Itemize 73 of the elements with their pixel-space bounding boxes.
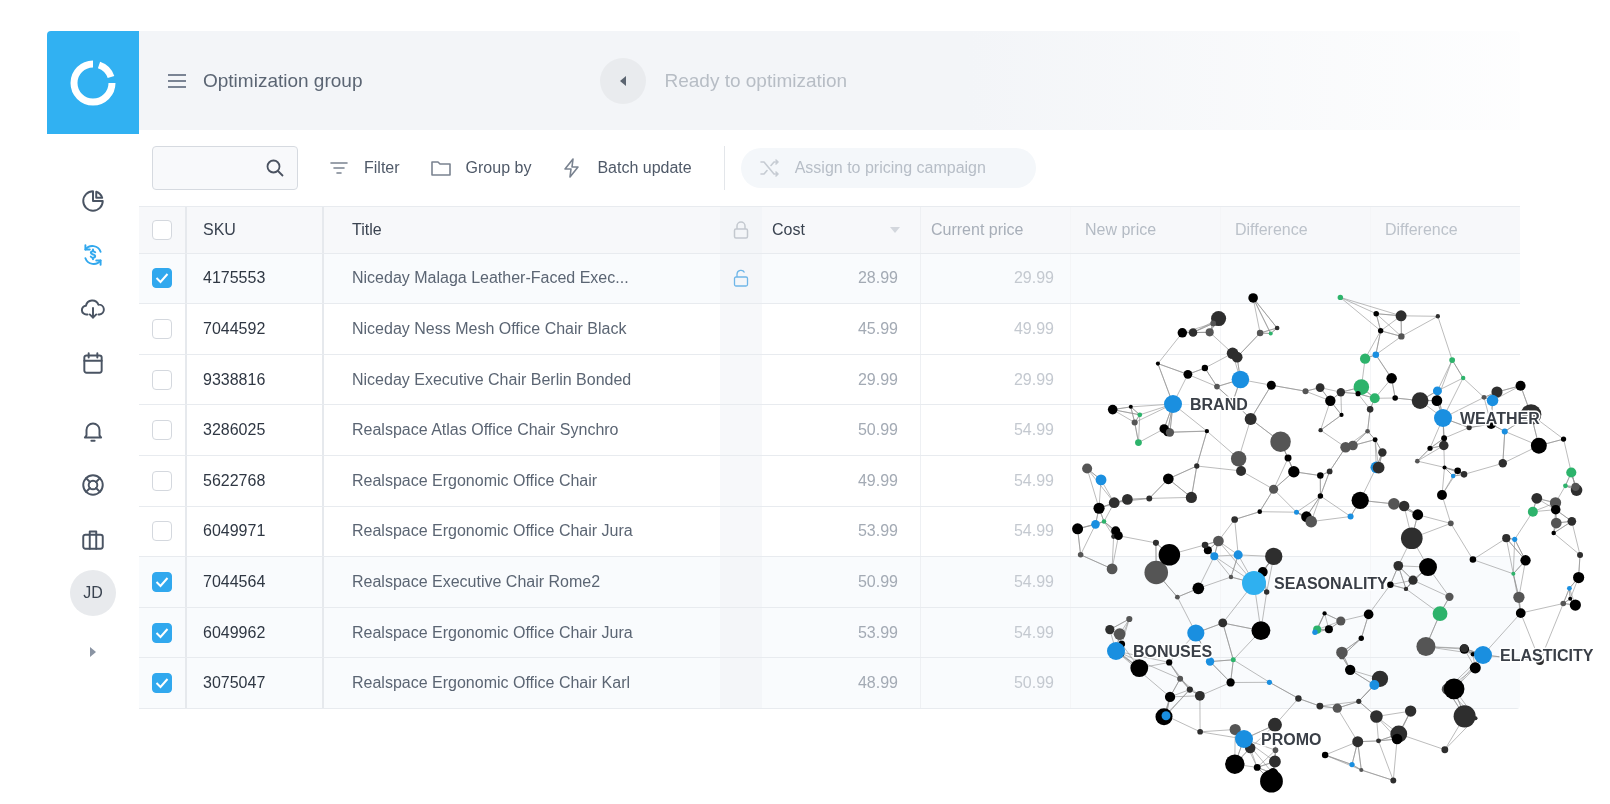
caret-icon[interactable] <box>89 646 97 658</box>
caret-icon <box>618 74 629 87</box>
table-cell: 49.99 <box>857 471 898 490</box>
table-cell: 54.99 <box>1013 421 1054 440</box>
table-cell: 6049971 <box>203 522 266 541</box>
table-cell: 50.99 <box>857 421 898 440</box>
row-checkbox[interactable] <box>152 268 172 289</box>
graph-label: ELASTICITY <box>1500 647 1594 664</box>
table-cell: 5622768 <box>203 471 266 490</box>
sort-caret-icon[interactable] <box>890 226 900 233</box>
table-cell: Realspace Ergonomic Office Chair <box>352 471 598 490</box>
table-cell: 29.99 <box>1013 370 1054 389</box>
folder-icon <box>429 158 452 178</box>
table-cell: 4175553 <box>203 269 266 288</box>
row-checkbox[interactable] <box>152 572 172 592</box>
graph-label: BONUSES <box>1133 643 1213 660</box>
graph-label: BRAND <box>1190 396 1248 413</box>
toolbar-button[interactable]: Group by <box>429 158 532 178</box>
row-checkbox[interactable] <box>152 622 172 643</box>
table-cell: Realspace Ergonomic Office Chair Jura <box>352 522 633 541</box>
lock-icon <box>733 220 749 239</box>
toolbar-button[interactable]: Batch update <box>561 158 692 178</box>
menu-icon[interactable] <box>167 72 187 89</box>
table-cell: 28.99 <box>857 269 898 288</box>
user-avatar[interactable]: JD <box>70 570 116 616</box>
row-checkbox[interactable] <box>152 319 172 340</box>
table-cell: Realspace Executive Chair Rome2 <box>352 573 601 591</box>
shuffle-icon <box>758 158 781 178</box>
table-cell: 50.99 <box>857 573 898 591</box>
search-field[interactable] <box>152 146 298 190</box>
pie-chart-icon <box>80 188 106 214</box>
table-cell: Realspace Ergonomic Office Chair Karl <box>352 674 631 693</box>
toolbar-button[interactable]: Filter <box>328 158 400 178</box>
table-cell: 53.99 <box>857 623 898 642</box>
table-cell: Realspace Ergonomic Office Chair Jura <box>352 623 633 642</box>
unlocked-lock-icon[interactable] <box>733 269 749 288</box>
check-icon <box>155 272 169 285</box>
table-cell: 7044592 <box>203 320 266 339</box>
table-cell: 9338816 <box>203 370 266 389</box>
page-title: Optimization group <box>203 69 363 92</box>
table-cell: 54.99 <box>1013 471 1054 490</box>
row-checkbox[interactable] <box>152 369 172 390</box>
table-cell: 6049962 <box>203 623 266 642</box>
calendar-icon <box>80 350 106 376</box>
row-checkbox[interactable] <box>152 673 172 694</box>
table-cell: Realspace Atlas Office Chair Synchro <box>352 421 619 440</box>
search-icon <box>265 158 285 178</box>
graph-label: SEASONALITY <box>1274 575 1388 592</box>
table-cell: Niceday Malaga Leather-Faced Exec... <box>352 269 629 288</box>
table-cell: 49.99 <box>1013 320 1054 339</box>
table-cell: Niceday Ness Mesh Office Chair Black <box>352 320 627 339</box>
column-header[interactable]: Cost <box>772 220 805 239</box>
select-all-checkbox[interactable] <box>152 219 172 240</box>
check-icon <box>155 626 169 639</box>
lifebuoy-icon <box>80 472 106 498</box>
table-cell: 3286025 <box>203 421 266 440</box>
table-cell: 48.99 <box>857 674 898 693</box>
table-cell: 29.99 <box>857 370 898 389</box>
table-cell: 3075047 <box>203 674 266 693</box>
check-icon <box>155 576 169 588</box>
column-header[interactable]: SKU <box>203 220 236 239</box>
status-text: Ready to optimization <box>664 69 848 92</box>
column-header[interactable]: Title <box>352 220 382 239</box>
row-checkbox[interactable] <box>152 420 172 441</box>
table-cell: 53.99 <box>857 522 898 541</box>
table-cell: 54.99 <box>1013 522 1054 541</box>
check-icon <box>155 677 169 690</box>
table-cell: 7044564 <box>203 573 266 591</box>
row-checkbox[interactable] <box>152 521 172 542</box>
graph-label: PROMO <box>1261 731 1322 748</box>
table-cell: Niceday Executive Chair Berlin Bonded <box>352 370 632 389</box>
row-checkbox[interactable] <box>152 470 172 491</box>
table-cell: 45.99 <box>857 320 898 339</box>
